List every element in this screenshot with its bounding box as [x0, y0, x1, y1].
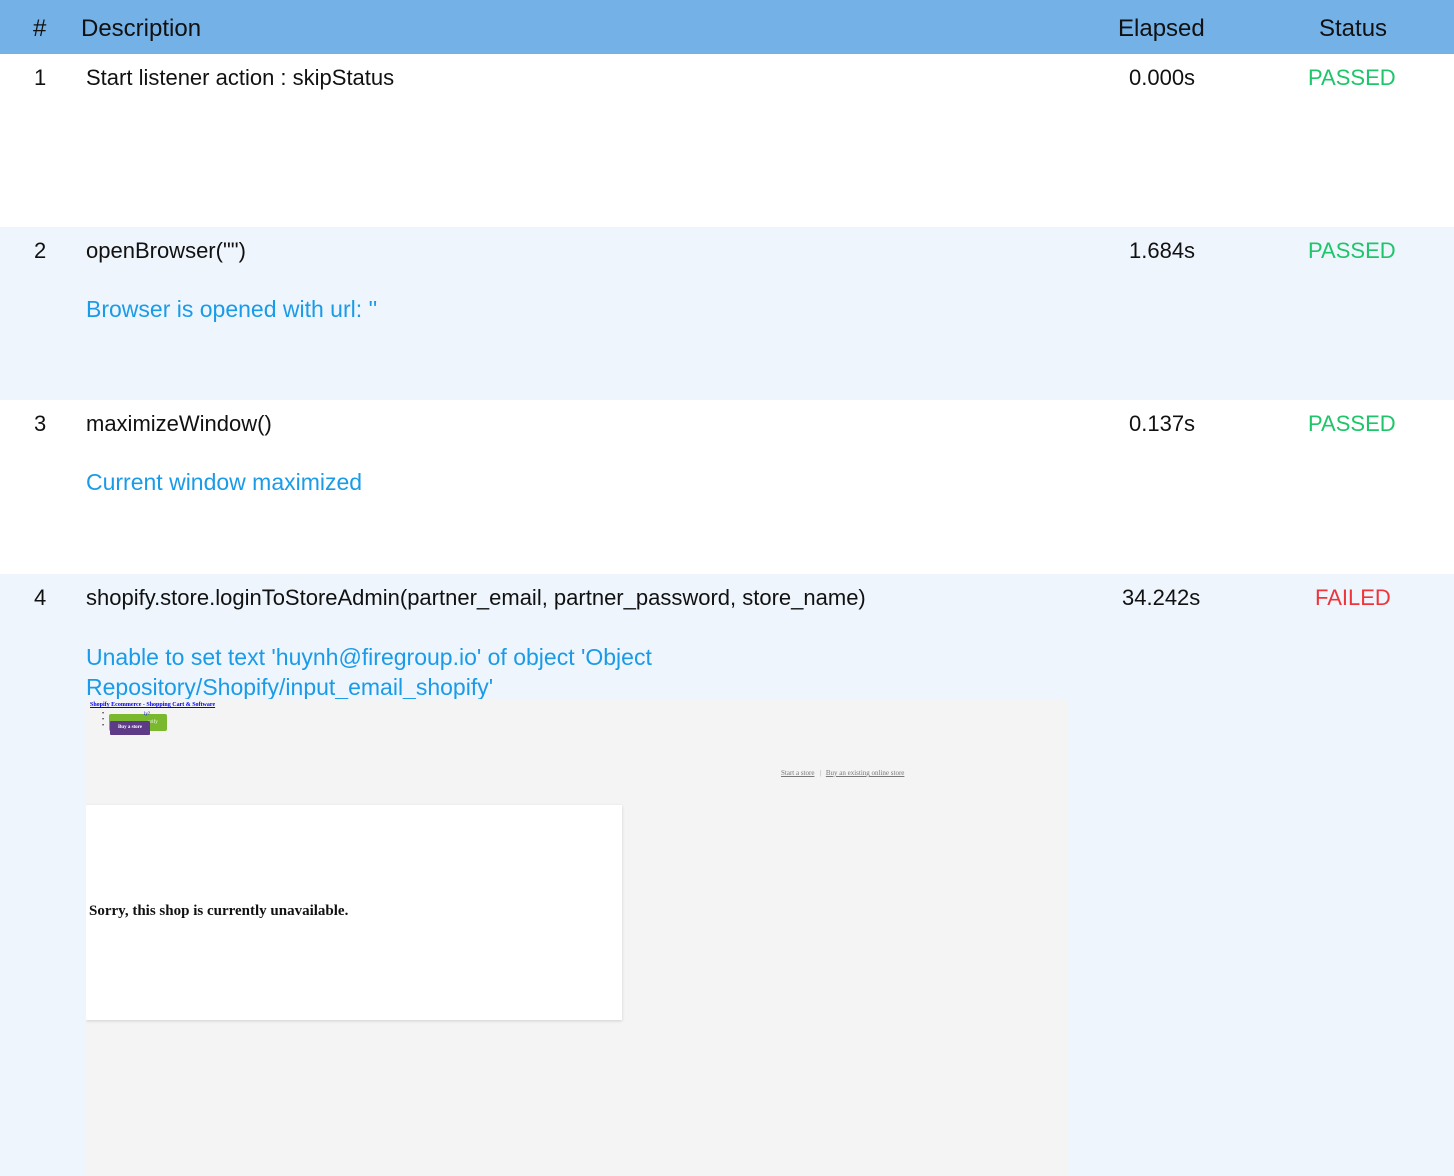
table-row: 3 maximizeWindow() 0.137s PASSED Current… — [0, 400, 1454, 574]
row-message-line1: Unable to set text 'huynh@firegroup.io' … — [86, 644, 652, 670]
failure-screenshot[interactable]: Shopify Ecommerce - Shopping Cart & Soft… — [86, 699, 1068, 1176]
table-row: 2 openBrowser("") 1.684s PASSED Browser … — [0, 227, 1454, 400]
link-separator: | — [819, 769, 821, 777]
row-description: openBrowser("") — [86, 238, 246, 263]
row-description: maximizeWindow() — [86, 411, 272, 436]
row-elapsed: 0.137s — [1129, 411, 1196, 436]
unavailable-card: Sorry, this shop is currently unavailabl… — [86, 805, 622, 1020]
row-description: Start listener action : skipStatus — [86, 65, 395, 90]
header-status: Status — [1319, 15, 1388, 42]
row-num: 1 — [34, 65, 47, 90]
row-num: 2 — [34, 238, 47, 263]
row-description: shopify.store.loginToStoreAdmin(partner_… — [86, 585, 866, 610]
header-elapsed: Elapsed — [1118, 15, 1205, 42]
row-elapsed: 34.242s — [1122, 585, 1201, 610]
header-num: # — [33, 15, 47, 42]
buy-existing-store-link[interactable]: Buy an existing online store — [826, 769, 905, 777]
header-description: Description — [81, 15, 202, 42]
row-elapsed: 0.000s — [1129, 65, 1196, 90]
buy-store-button[interactable]: Buy a store — [110, 721, 150, 735]
row-message: Current window maximized — [86, 469, 363, 495]
table-row: 1 Start listener action : skipStatus 0.0… — [0, 54, 1454, 227]
green-button-text: ly? — [144, 712, 151, 717]
row-num: 4 — [34, 585, 47, 610]
table-header: # Description Elapsed Status — [0, 0, 1454, 54]
shopify-home-link[interactable]: Shopify Ecommerce - Shopping Cart & Soft… — [90, 702, 215, 708]
row-elapsed: 1.684s — [1129, 238, 1196, 263]
start-store-link[interactable]: Start a store — [781, 769, 814, 777]
store-links: Start a store | Buy an existing online sto… — [781, 769, 904, 777]
row-num: 3 — [34, 411, 47, 436]
row-message: Browser is opened with url: '' — [86, 296, 378, 322]
nav-bullets: • • • — [102, 711, 105, 729]
status-badge: PASSED — [1308, 65, 1396, 90]
status-badge: PASSED — [1308, 411, 1396, 436]
status-badge: FAILED — [1315, 585, 1391, 610]
status-badge: PASSED — [1308, 238, 1396, 263]
row-message-line2: Repository/Shopify/input_email_shopify' — [86, 674, 494, 700]
unavailable-message: Sorry, this shop is currently unavailabl… — [89, 903, 349, 919]
